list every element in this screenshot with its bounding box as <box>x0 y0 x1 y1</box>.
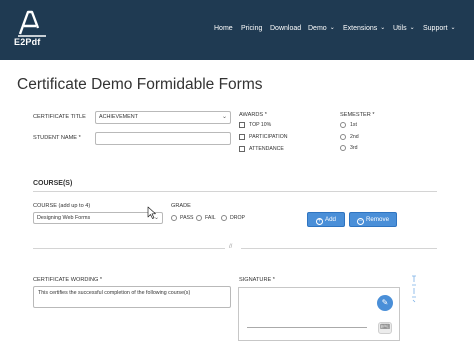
mouse-cursor-icon <box>147 206 156 219</box>
grade-radio-drop[interactable] <box>221 215 227 221</box>
award-checkbox-top10[interactable] <box>239 122 245 128</box>
course-select[interactable]: Designing Web Forms ⌄ <box>33 212 163 224</box>
nav-demo[interactable]: Demo ⌄ <box>308 23 335 35</box>
awards-label: AWARDS * <box>239 112 267 118</box>
certificate-title-value: ACHIEVEMENT <box>99 114 138 120</box>
minus-circle-icon: − <box>356 218 364 225</box>
chevron-down-icon: ⌄ <box>450 25 456 31</box>
remove-course-button[interactable]: − Remove <box>349 212 397 227</box>
pen-icon[interactable]: ✎ <box>377 295 393 311</box>
grade-radio-fail[interactable] <box>196 215 202 221</box>
divider-mark: // <box>229 244 233 250</box>
semester-option-label: 3rd <box>350 145 358 151</box>
divider-left <box>33 248 225 249</box>
top-navbar: E2Pdf Home Pricing Download Demo ⌄ Extens… <box>0 0 474 60</box>
semester-radio-2nd[interactable] <box>340 134 346 140</box>
grade-radio-pass[interactable] <box>171 215 177 221</box>
award-checkbox-attendance[interactable] <box>239 146 245 152</box>
nav-extensions[interactable]: Extensions ⌄ <box>343 23 385 35</box>
award-option-label: TOP 10% <box>249 122 272 128</box>
chevron-down-icon: ⌄ <box>221 114 227 120</box>
chevron-down-icon: ⌄ <box>329 25 335 31</box>
grade-option-label: DROP <box>230 215 245 221</box>
add-course-button[interactable]: + Add <box>307 212 345 227</box>
nav-support[interactable]: Support ⌄ <box>423 23 456 35</box>
scroll-indicator-icon <box>412 275 416 303</box>
student-name-label: STUDENT NAME * <box>33 135 81 141</box>
semester-label: SEMESTER * <box>340 112 375 118</box>
certificate-title-label: CERTIFICATE TITLE <box>33 114 86 120</box>
semester-radio-3rd[interactable] <box>340 145 346 151</box>
grade-label: GRADE <box>171 203 191 209</box>
award-option-label: PARTICIPATION <box>249 134 288 140</box>
signature-line <box>247 327 367 328</box>
award-option-label: ATTENDANCE <box>249 146 284 152</box>
nav-utils[interactable]: Utils ⌄ <box>393 23 415 35</box>
chevron-down-icon: ⌄ <box>380 25 386 31</box>
grade-option-label: FAIL <box>205 215 216 221</box>
grade-option-label: PASS <box>180 215 194 221</box>
section-divider <box>33 191 437 192</box>
plus-circle-icon: + <box>315 218 323 225</box>
course-label: COURSE (add up to 4) <box>33 203 91 209</box>
page-title: Certificate Demo Formidable Forms <box>17 76 263 93</box>
keyboard-icon[interactable]: ⌨ <box>378 322 392 334</box>
semester-option-label: 1st <box>350 122 357 128</box>
student-name-input[interactable] <box>95 132 231 145</box>
nav-download[interactable]: Download <box>270 23 301 35</box>
courses-section-title: COURSE(S) <box>33 180 73 187</box>
wording-label: CERTIFICATE WORDING * <box>33 277 103 283</box>
semester-option-label: 2nd <box>350 134 359 140</box>
award-checkbox-participation[interactable] <box>239 134 245 140</box>
wording-textarea[interactable]: This certifies the successful completion… <box>33 286 231 308</box>
semester-radio-1st[interactable] <box>340 122 346 128</box>
certificate-title-select[interactable]: ACHIEVEMENT ⌄ <box>95 111 231 124</box>
signature-pad[interactable] <box>238 287 400 341</box>
nav-home[interactable]: Home <box>214 23 233 35</box>
nav-pricing[interactable]: Pricing <box>241 23 262 35</box>
add-button-label: Add <box>324 216 336 223</box>
course-value: Designing Web Forms <box>37 215 91 221</box>
chevron-down-icon: ⌄ <box>409 25 415 31</box>
divider-right <box>241 248 437 249</box>
signature-label: SIGNATURE * <box>239 277 275 283</box>
logo-text[interactable]: E2Pdf <box>14 37 41 47</box>
remove-button-label: Remove <box>365 216 390 223</box>
